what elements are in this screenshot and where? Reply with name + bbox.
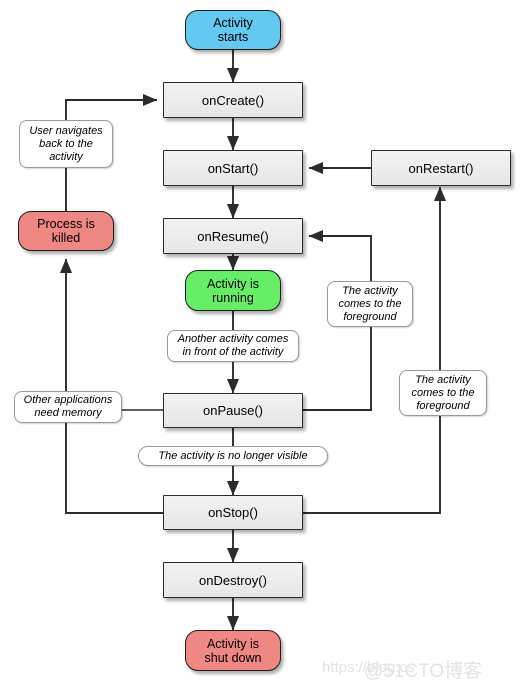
node-onrestart[interactable]: onRestart() xyxy=(371,150,511,186)
node-process-killed[interactable]: Process is killed xyxy=(18,211,114,251)
node-activity-starts-label: Activity starts xyxy=(213,16,253,44)
lifecycle-diagram-canvas: Activity starts onCreate() onStart() onRe… xyxy=(0,0,528,688)
node-onstart-label: onStart() xyxy=(207,160,259,176)
node-activity-running[interactable]: Activity is running xyxy=(185,270,281,311)
node-activity-starts[interactable]: Activity starts xyxy=(185,10,281,50)
node-onresume[interactable]: onResume() xyxy=(163,218,303,254)
node-activity-shut-down[interactable]: Activity is shut down xyxy=(185,630,281,671)
node-ondestroy[interactable]: onDestroy() xyxy=(163,562,303,598)
label-no-longer-visible: The activity is no longer visible xyxy=(138,446,328,466)
node-onresume-label: onResume() xyxy=(197,228,269,244)
label-other-apps-need-memory-text: Other applications need memory xyxy=(23,394,113,419)
label-foreground-from-pause: The activity comes to the foreground xyxy=(327,281,413,327)
label-user-navigates-back-text: User navigates back to the activity xyxy=(29,124,103,163)
label-another-activity-front-text: Another activity comes in front of the ac… xyxy=(177,333,289,358)
label-foreground-from-stop-text: The activity comes to the foreground xyxy=(411,373,475,412)
node-activity-running-label: Activity is running xyxy=(206,276,260,305)
label-other-apps-need-memory: Other applications need memory xyxy=(14,391,122,423)
label-foreground-from-pause-text: The activity comes to the foreground xyxy=(338,284,402,323)
node-onstop-label: onStop() xyxy=(208,505,258,520)
node-onpause-label: onPause() xyxy=(203,403,263,418)
label-foreground-from-stop: The activity comes to the foreground xyxy=(399,370,487,416)
node-oncreate[interactable]: onCreate() xyxy=(163,82,303,118)
node-onstop[interactable]: onStop() xyxy=(163,495,303,530)
node-onpause[interactable]: onPause() xyxy=(163,393,303,428)
label-another-activity-front: Another activity comes in front of the ac… xyxy=(167,330,299,362)
watermark-url: https://blog.cs xyxy=(322,659,415,676)
label-user-navigates-back: User navigates back to the activity xyxy=(19,120,113,168)
node-process-killed-label: Process is killed xyxy=(37,217,95,245)
node-activity-shut-down-label: Activity is shut down xyxy=(204,636,262,665)
label-no-longer-visible-text: The activity is no longer visible xyxy=(158,449,308,462)
node-oncreate-label: onCreate() xyxy=(201,92,265,108)
node-onstart[interactable]: onStart() xyxy=(163,150,303,186)
node-onrestart-label: onRestart() xyxy=(408,160,474,176)
watermark-brand: @51CTO博客 xyxy=(364,661,483,682)
edge-onstop-to-process-killed xyxy=(59,258,163,514)
node-ondestroy-label: onDestroy() xyxy=(199,572,267,588)
